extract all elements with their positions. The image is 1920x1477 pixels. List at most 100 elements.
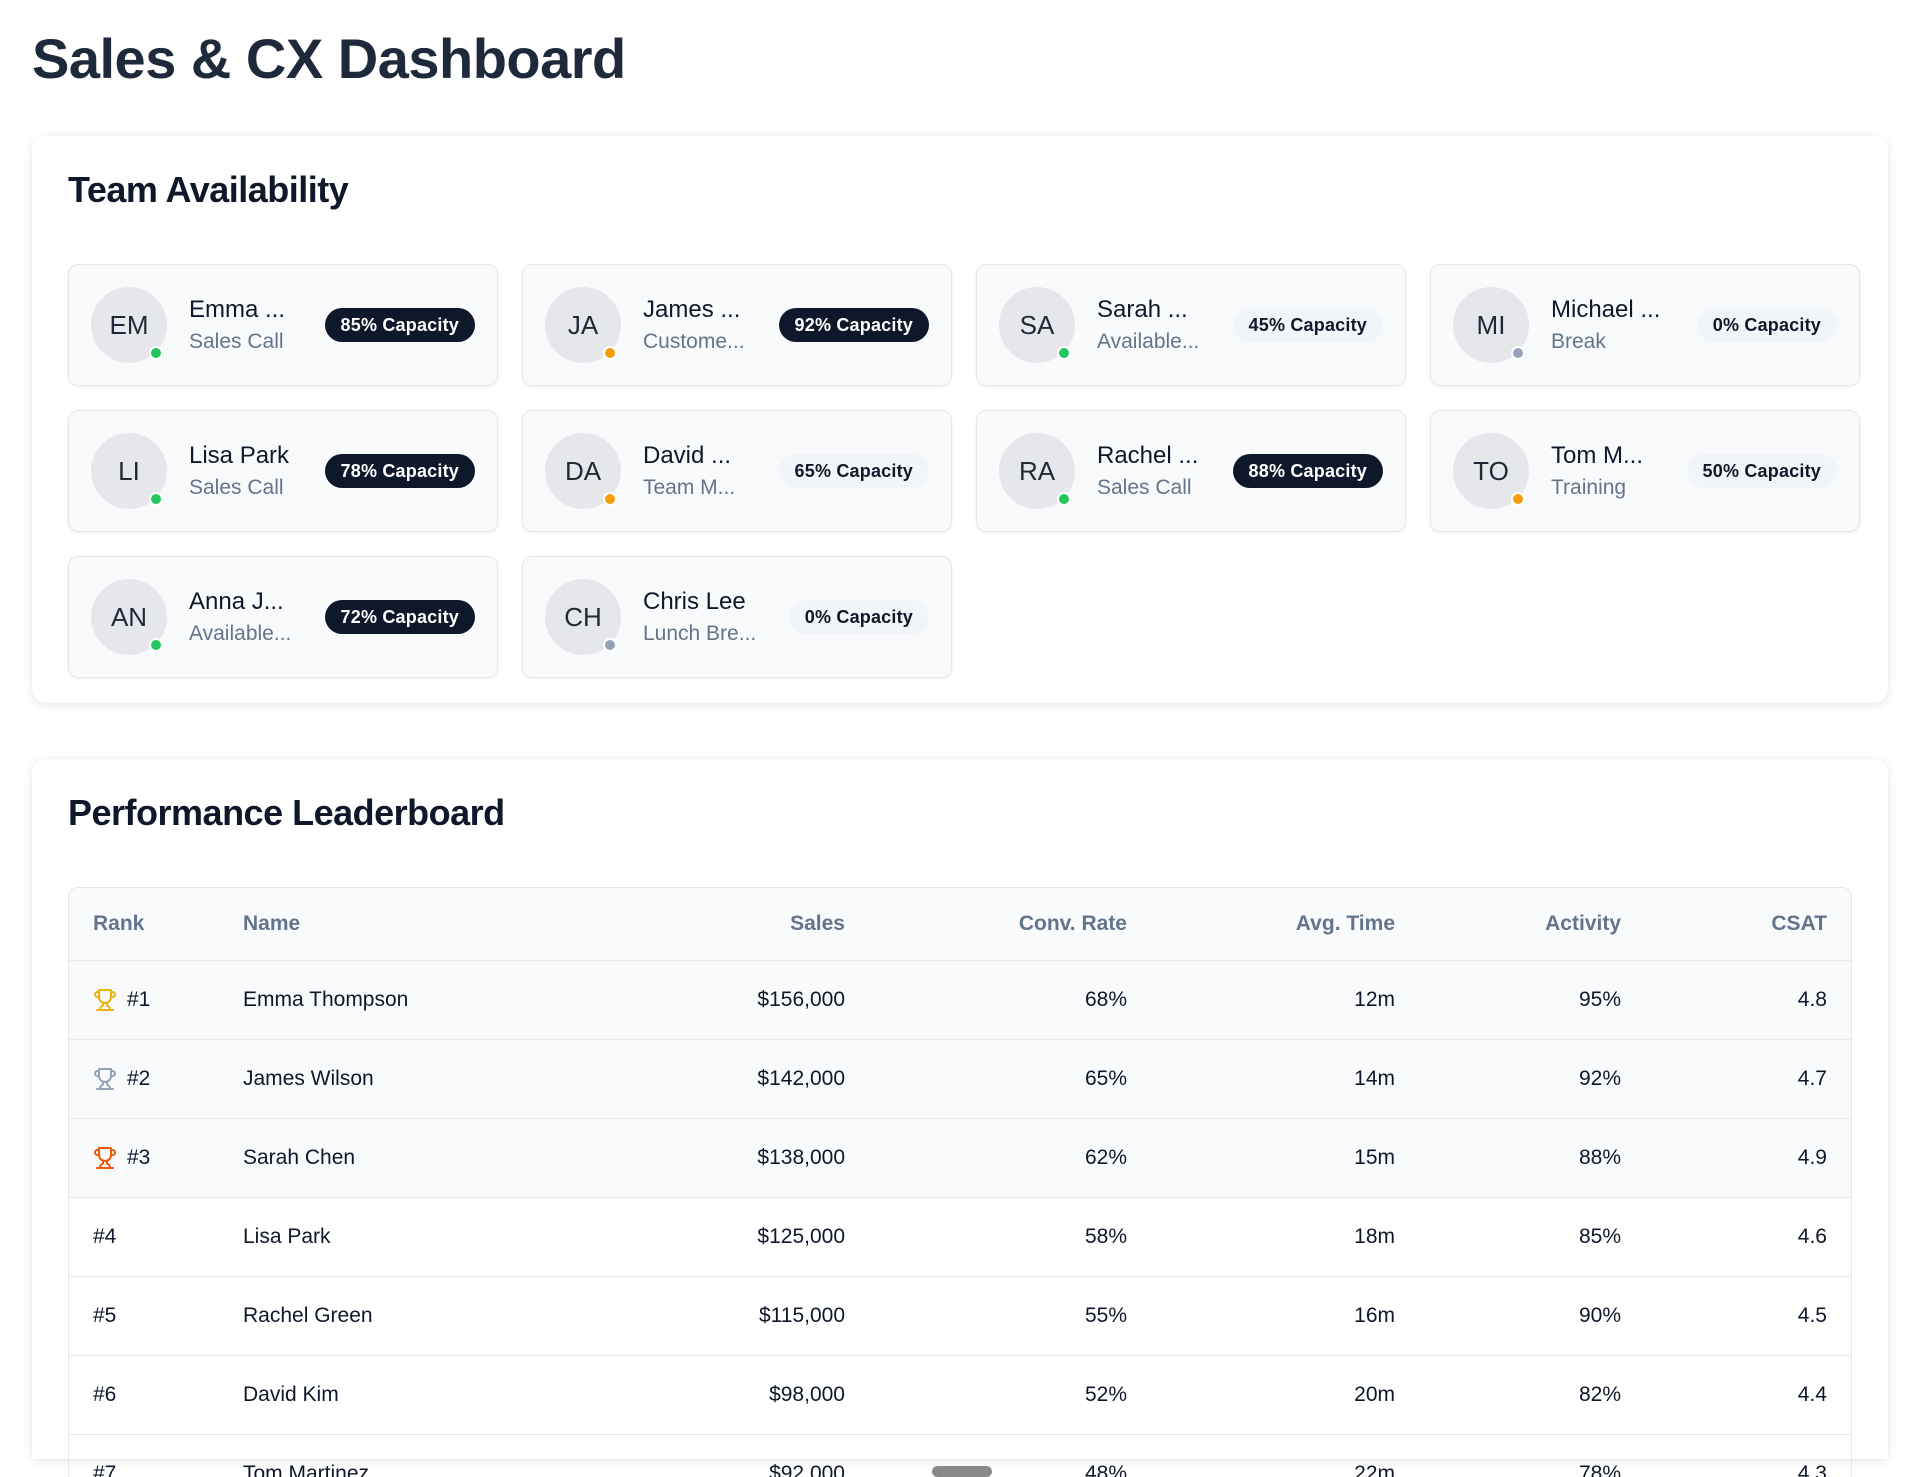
avg-time-cell: 16m <box>1151 1276 1419 1356</box>
leaderboard-title: Performance Leaderboard <box>68 792 505 833</box>
page-title: Sales & CX Dashboard <box>32 27 626 90</box>
column-header-csat[interactable]: CSAT <box>1645 888 1851 961</box>
rank-cell: #4 <box>69 1197 219 1277</box>
column-header-conv-rate[interactable]: Conv. Rate <box>869 888 1151 961</box>
member-name: Michael ... <box>1551 296 1661 323</box>
avatar-initials: JA <box>567 309 599 340</box>
member-activity: Available... <box>189 622 292 645</box>
team-member-card[interactable]: SA Sarah ... Available... 45% Capacity <box>976 264 1406 386</box>
team-member-card[interactable]: EM Emma ... Sales Call 85% Capacity <box>68 264 498 386</box>
rank-value: #7 <box>93 1461 117 1477</box>
avatar-initials: TO <box>1473 455 1509 486</box>
member-activity: Sales Call <box>189 476 284 499</box>
team-member-card[interactable]: JA James ... Custome... 92% Capacity <box>522 264 952 386</box>
status-indicator-away <box>1511 346 1525 360</box>
activity-cell: 90% <box>1419 1276 1645 1356</box>
avatar: CH <box>545 579 621 655</box>
rank-value: #6 <box>93 1382 117 1406</box>
activity-cell: 78% <box>1419 1434 1645 1477</box>
column-header-activity[interactable]: Activity <box>1419 888 1645 961</box>
rank-cell: #2 <box>69 1039 219 1119</box>
leaderboard-header: Rank Name Sales Conv. Rate Avg. Time Act… <box>69 888 1851 961</box>
performance-leaderboard-card: Performance Leaderboard Rank Name Sales … <box>32 759 1888 1477</box>
member-name: James ... <box>643 296 741 323</box>
leaderboard-body: #1 Emma Thompson $156,000 68% 12m 95% 4.8 #2 Jam… <box>69 960 1851 1477</box>
status-indicator-available <box>149 638 163 652</box>
member-activity: Break <box>1551 330 1606 353</box>
column-header-name[interactable]: Name <box>219 888 499 961</box>
csat-cell: 4.8 <box>1645 960 1851 1040</box>
sales-cell: $156,000 <box>499 960 869 1040</box>
table-row[interactable]: #3 Sarah Chen $138,000 62% 15m 88% 4.9 <box>69 1118 1851 1198</box>
leaderboard-table-wrapper: Rank Name Sales Conv. Rate Avg. Time Act… <box>68 887 1852 1477</box>
table-row[interactable]: #1 Emma Thompson $156,000 68% 12m 95% 4.8 <box>69 960 1851 1040</box>
name-cell: Tom Martinez <box>219 1434 499 1477</box>
avatar-initials: EM <box>109 309 149 340</box>
member-info: Emma ... Sales Call <box>189 296 313 354</box>
member-activity: Sales Call <box>189 330 284 353</box>
avg-time-cell: 12m <box>1151 960 1419 1040</box>
name-cell: Rachel Green <box>219 1276 499 1356</box>
rank-cell: #3 <box>69 1118 219 1198</box>
avatar-initials: AN <box>110 601 148 632</box>
name-cell: Emma Thompson <box>219 960 499 1040</box>
trophy-gold-icon <box>93 988 117 1012</box>
team-member-card[interactable]: LI Lisa Park Sales Call 78% Capacity <box>68 410 498 532</box>
csat-cell: 4.7 <box>1645 1039 1851 1119</box>
team-member-card[interactable]: RA Rachel ... Sales Call 88% Capacity <box>976 410 1406 532</box>
member-name: Lisa Park <box>189 442 290 469</box>
member-info: Chris Lee Lunch Bre... <box>643 588 777 646</box>
name-cell: Lisa Park <box>219 1197 499 1277</box>
table-row[interactable]: #2 James Wilson $142,000 65% 14m 92% 4.7 <box>69 1039 1851 1119</box>
leaderboard-table: Rank Name Sales Conv. Rate Avg. Time Act… <box>69 888 1851 1477</box>
status-indicator-busy <box>603 492 617 506</box>
rank-cell: #6 <box>69 1355 219 1435</box>
team-member-card[interactable]: MI Michael ... Break 0% Capacity <box>1430 264 1860 386</box>
table-row[interactable]: #5 Rachel Green $115,000 55% 16m 90% 4.5 <box>69 1276 1851 1356</box>
column-header-rank[interactable]: Rank <box>69 888 219 961</box>
avatar: RA <box>999 433 1075 509</box>
team-grid: EM Emma ... Sales Call 85% Capacity JA James … <box>68 264 1860 678</box>
sales-cell: $138,000 <box>499 1118 869 1198</box>
member-info: Tom M... Training <box>1551 442 1675 500</box>
member-info: Michael ... Break <box>1551 296 1685 354</box>
team-member-card[interactable]: AN Anna J... Available... 72% Capacity <box>68 556 498 678</box>
capacity-badge: 92% Capacity <box>778 308 929 342</box>
rank-value: #2 <box>127 1066 151 1090</box>
team-member-card[interactable]: TO Tom M... Training 50% Capacity <box>1430 410 1860 532</box>
column-header-sales[interactable]: Sales <box>499 888 869 961</box>
scroll-indicator[interactable] <box>932 1466 992 1477</box>
member-name: Chris Lee <box>643 588 746 615</box>
column-header-avg-time[interactable]: Avg. Time <box>1151 888 1419 961</box>
status-indicator-busy <box>1511 492 1525 506</box>
csat-cell: 4.3 <box>1645 1434 1851 1477</box>
rank-cell: #5 <box>69 1276 219 1356</box>
trophy-bronze-icon <box>93 1146 117 1170</box>
table-row[interactable]: #4 Lisa Park $125,000 58% 18m 85% 4.6 <box>69 1197 1851 1277</box>
member-activity: Custome... <box>643 330 745 353</box>
member-info: Sarah ... Available... <box>1097 296 1221 354</box>
activity-cell: 92% <box>1419 1039 1645 1119</box>
member-activity: Available... <box>1097 330 1200 353</box>
csat-cell: 4.6 <box>1645 1197 1851 1277</box>
avatar: SA <box>999 287 1075 363</box>
conv-rate-cell: 52% <box>869 1355 1151 1435</box>
team-member-card[interactable]: DA David ... Team M... 65% Capacity <box>522 410 952 532</box>
member-activity: Team M... <box>643 476 736 499</box>
member-info: Rachel ... Sales Call <box>1097 442 1221 500</box>
sales-cell: $142,000 <box>499 1039 869 1119</box>
conv-rate-cell: 55% <box>869 1276 1151 1356</box>
member-name: Emma ... <box>189 296 286 323</box>
rank-cell: #1 <box>69 960 219 1040</box>
rank-value: #5 <box>93 1303 117 1327</box>
status-indicator-away <box>603 638 617 652</box>
activity-cell: 82% <box>1419 1355 1645 1435</box>
member-info: Anna J... Available... <box>189 588 313 646</box>
member-name: David ... <box>643 442 732 469</box>
capacity-badge: 85% Capacity <box>324 308 475 342</box>
status-indicator-available <box>1057 346 1071 360</box>
member-info: David ... Team M... <box>643 442 767 500</box>
capacity-badge: 0% Capacity <box>1696 308 1837 342</box>
table-row[interactable]: #6 David Kim $98,000 52% 20m 82% 4.4 <box>69 1355 1851 1435</box>
team-member-card[interactable]: CH Chris Lee Lunch Bre... 0% Capacity <box>522 556 952 678</box>
